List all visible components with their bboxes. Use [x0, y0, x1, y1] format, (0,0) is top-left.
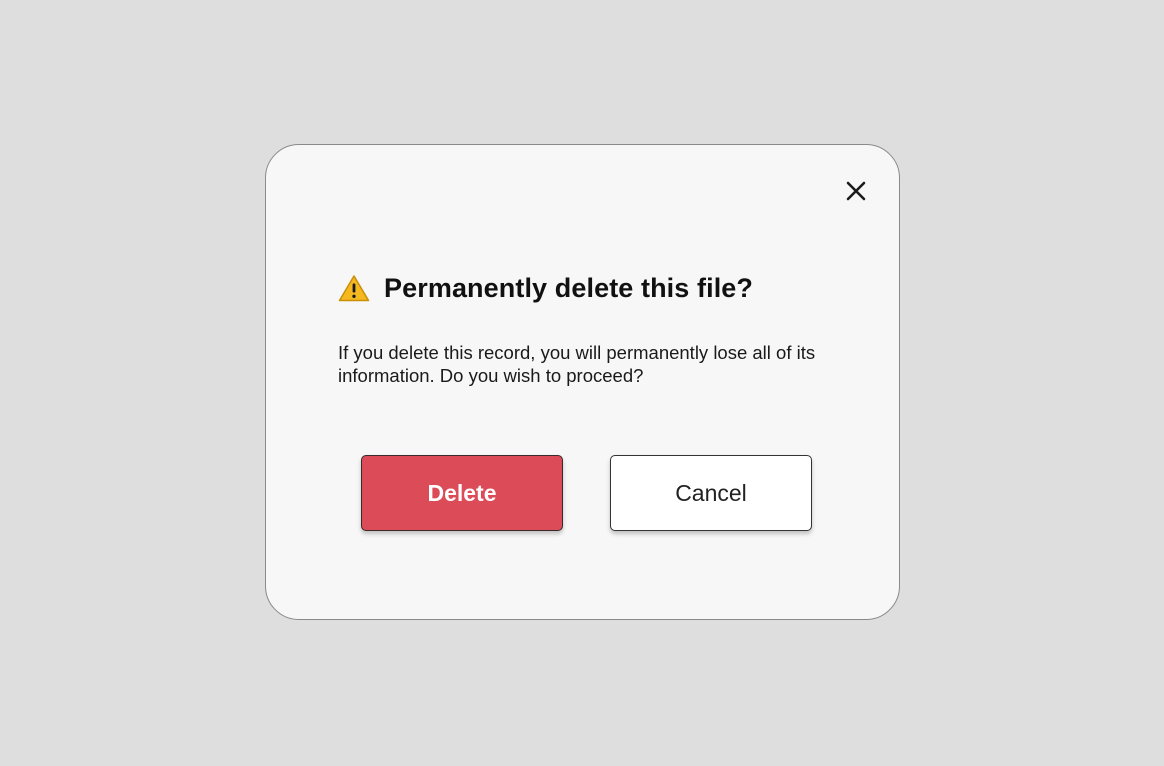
cancel-button-label: Cancel: [675, 479, 747, 506]
cancel-button[interactable]: Cancel: [610, 455, 812, 531]
dialog-message: If you delete this record, you will perm…: [338, 342, 816, 386]
warning-icon: [338, 273, 370, 303]
close-icon: [846, 181, 866, 201]
delete-button[interactable]: Delete: [361, 455, 563, 531]
close-button[interactable]: [840, 175, 872, 207]
dialog-header: Permanently delete this file?: [338, 270, 753, 306]
confirm-delete-dialog: Permanently delete this file? If you del…: [265, 144, 900, 620]
delete-button-label: Delete: [427, 479, 497, 506]
dialog-title: Permanently delete this file?: [384, 272, 754, 303]
